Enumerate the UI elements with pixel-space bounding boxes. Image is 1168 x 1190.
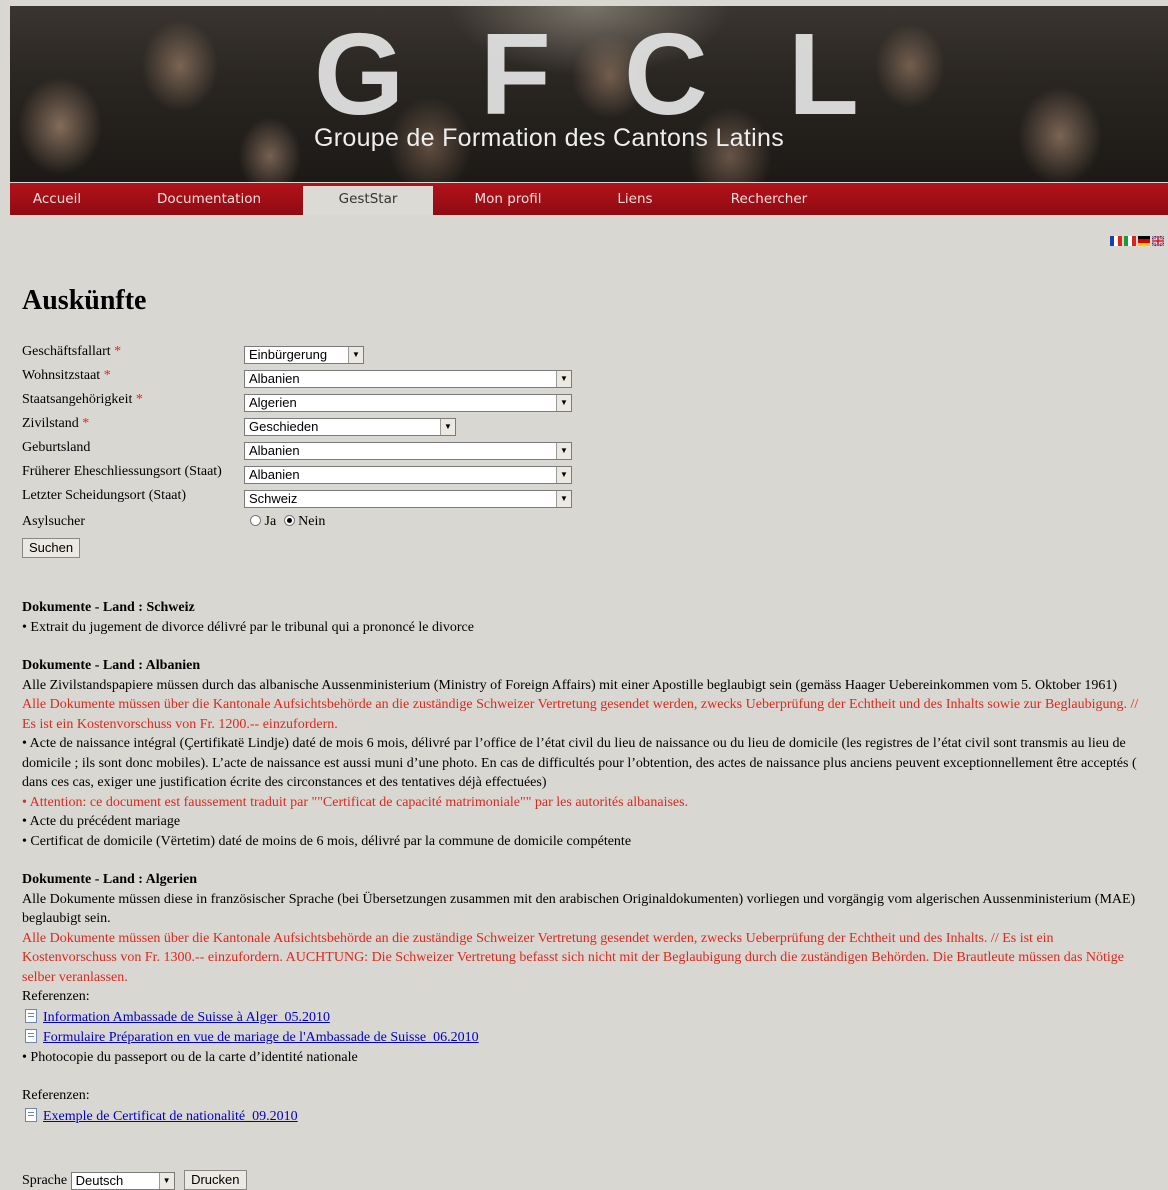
field-label: Geburtsland [22,440,91,455]
site-subtitle: Groupe de Formation des Cantons Latins [314,124,784,152]
language-flags [1110,236,1164,248]
chevron-down-icon: ▼ [158,1172,174,1189]
chevron-down-icon: ▼ [348,347,363,363]
reference-link-row: Information Ambassade de Suisse à Alger_… [22,1007,1142,1028]
main-navigation: Accueil Documentation GestStar Mon profi… [10,183,1168,215]
list-item: • Extrait du jugement de divorce délivré… [22,619,474,635]
header-banner: G F C L Groupe de Formation des Cantons … [10,6,1168,182]
form-row-submit: Suchen [22,538,81,560]
nav-item-liens[interactable]: Liens [590,186,680,215]
geschaeftsfallart-select[interactable]: Einbürgerung ▼ [244,346,364,364]
geburtsland-select[interactable]: Albanien ▼ [244,442,572,460]
field-label: Zivilstand * [22,416,90,431]
warning-item: • Attention: ce document est faussement … [22,794,689,810]
radio-ja[interactable] [250,515,261,526]
language-label: Sprache [22,1173,68,1188]
nav-item-geststar[interactable]: GestStar [303,186,433,215]
document-icon [25,1029,37,1043]
section-title-schweiz: Dokumente - Land : Schweiz [22,600,195,615]
nav-item-rechercher[interactable]: Rechercher [710,186,828,215]
fr-flag-icon[interactable] [1110,236,1122,246]
chevron-down-icon: ▼ [440,419,455,435]
chevron-down-icon: ▼ [556,467,571,483]
wohnsitzstaat-select[interactable]: Albanien ▼ [244,370,572,388]
nav-item-accueil[interactable]: Accueil [10,186,104,215]
list-item: • Photocopie du passeport ou de la carte… [22,1049,358,1065]
staatsangehoerigkeit-select[interactable]: Algerien ▼ [244,394,572,412]
nav-item-documentation[interactable]: Documentation [130,186,288,215]
scheidungsort-select[interactable]: Schweiz ▼ [244,490,572,508]
logo-letter-l: L [788,9,859,139]
logo-letter-c: C [624,9,708,139]
search-button[interactable]: Suchen [22,538,81,558]
footer-controls: Sprache Deutsch ▼ Drucken [22,1170,247,1190]
reference-link[interactable]: Exemple de Certificat de nationalité_09.… [43,1109,298,1124]
field-label: Früherer Eheschliessungsort (Staat) [22,464,222,479]
chevron-down-icon: ▼ [556,443,571,459]
references-label: Referenzen: [22,1088,90,1103]
results-section: Dokumente - Land : Schweiz • Extrait du … [22,598,1142,1126]
section-title-albanien: Dokumente - Land : Albanien [22,658,201,673]
section-note: Alle Dokumente müssen über die Kantonale… [22,697,1139,732]
references-label: Referenzen: [22,989,90,1004]
list-item: • Acte du précédent mariage [22,814,181,829]
document-icon [25,1107,37,1122]
field-label: Staatsangehörigkeit * [22,392,143,407]
logo-letter-g: G [314,9,405,139]
chevron-down-icon: ▼ [556,395,571,411]
document-icon [25,1008,37,1023]
uk-flag-icon[interactable] [1152,236,1164,246]
it-flag-icon[interactable] [1124,236,1136,246]
reference-link[interactable]: Formulaire Préparation en vue de mariage… [43,1030,479,1045]
nav-item-mon-profil[interactable]: Mon profil [450,186,566,215]
chevron-down-icon: ▼ [556,491,571,507]
reference-link[interactable]: Information Ambassade de Suisse à Alger_… [43,1010,330,1025]
section-intro: Alle Dokumente müssen diese in französis… [22,891,1136,927]
field-label: Asylsucher [22,514,85,529]
field-label: Geschäftsfallart * [22,344,122,359]
section-intro: Alle Zivilstandspapiere müssen durch das… [22,677,1118,693]
radio-nein-label: Nein [298,514,326,529]
page-title: Auskünfte [22,285,147,316]
print-button[interactable]: Drucken [184,1170,247,1190]
list-item: • Certificat de domicile (Vërtetim) daté… [22,833,632,849]
reference-link-row: Exemple de Certificat de nationalité_09.… [22,1106,1142,1127]
section-title-algerien: Dokumente - Land : Algerien [22,872,197,887]
radio-ja-label: Ja [264,514,277,529]
zivilstand-select[interactable]: Geschieden ▼ [244,418,456,436]
asylsucher-radio-group: Ja Nein [250,514,325,530]
language-select[interactable]: Deutsch ▼ [70,1171,175,1190]
radio-nein[interactable] [283,515,295,526]
logo-letter-f: F [480,9,551,139]
section-note: Alle Dokumente müssen über die Kantonale… [22,930,1125,985]
chevron-down-icon: ▼ [556,371,571,387]
list-item: • Acte de naissance intégral (Çertifikat… [22,736,1137,790]
field-label: Wohnsitzstaat * [22,368,111,383]
de-flag-icon[interactable] [1138,236,1150,246]
reference-link-row: Formulaire Préparation en vue de mariage… [22,1027,1142,1048]
field-label: Letzter Scheidungsort (Staat) [22,488,187,503]
eheschliessungsort-select[interactable]: Albanien ▼ [244,466,572,484]
